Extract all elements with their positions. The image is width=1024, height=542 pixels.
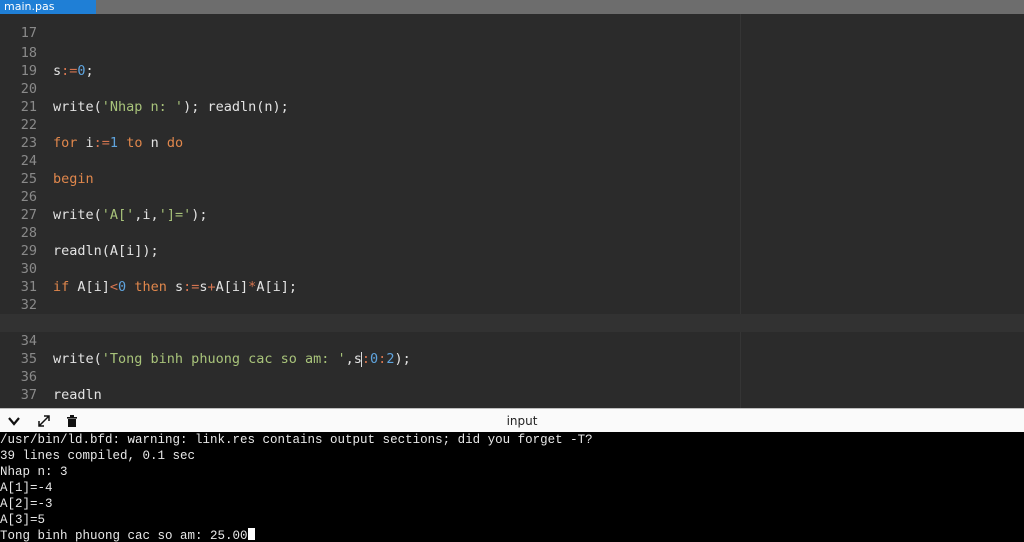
editor-line: 30 if A[i]<0 then s:=s+A[i]*A[i]; <box>0 242 1024 295</box>
editor-line: 26 write('A[',i,']='); <box>0 170 1024 223</box>
editor-line: 33 <box>0 296 1024 331</box>
editor-line: 24 begin <box>0 134 1024 187</box>
panel-title: input <box>506 414 538 428</box>
editor-line: 21 <box>0 80 1024 115</box>
editor-line: 19 <box>0 44 1024 79</box>
editor-line: 36 readln <box>0 350 1024 403</box>
editor-line: 38 end. <box>0 388 1024 408</box>
code-editor[interactable]: 17 18 s:=0; 19 20 write('Nhap n: '); rea… <box>0 14 1024 408</box>
editor-line: 17 <box>0 14 1024 41</box>
tab-bar: main.pas <box>0 0 1024 14</box>
editor-line: 20 write('Nhap n: '); readln(n); <box>0 62 1024 115</box>
editor-line: 23 <box>0 116 1024 151</box>
terminal-output[interactable]: /usr/bin/ld.bfd: warning: link.res conta… <box>0 432 1024 542</box>
terminal-cursor <box>247 528 255 540</box>
terminal-line: Nhap n: 3 <box>0 465 68 479</box>
editor-line: 28 readln(A[i]); <box>0 206 1024 259</box>
editor-line: 29 <box>0 224 1024 259</box>
terminal-line: A[1]=-4 <box>0 481 53 495</box>
editor-line: 18 s:=0; <box>0 26 1024 79</box>
editor-line: 27 <box>0 188 1024 223</box>
terminal-last-line: Tong binh phuong cac so am: 25.00 <box>0 528 255 542</box>
terminal-line: Tong binh phuong cac so am: 25.00 <box>0 529 248 542</box>
current-editor-line: 34 write('Tong binh phuong cac so am: ',… <box>0 314 1024 367</box>
output-panel-header: input <box>0 408 1024 432</box>
terminal-line: A[2]=-3 <box>0 497 53 511</box>
editor-line: 32 end; <box>0 278 1024 331</box>
editor-line: 37 <box>0 368 1024 403</box>
terminal-line: 39 lines compiled, 0.1 sec <box>0 449 196 463</box>
editor-line: 35 <box>0 332 1024 367</box>
terminal-line: A[3]=5 <box>0 513 46 527</box>
editor-line: 25 <box>0 152 1024 187</box>
editor-line: 31 <box>0 260 1024 295</box>
terminal-line: /usr/bin/ld.bfd: warning: link.res conta… <box>0 433 593 447</box>
editor-line: 22 for i:=1 to n do <box>0 98 1024 151</box>
tab-main-pas[interactable]: main.pas <box>0 0 96 14</box>
